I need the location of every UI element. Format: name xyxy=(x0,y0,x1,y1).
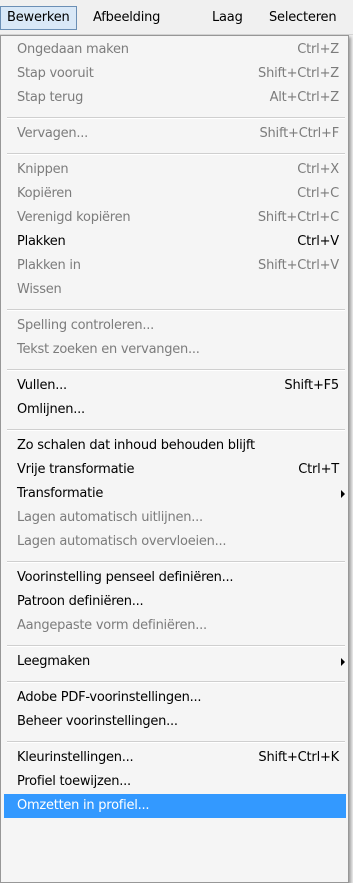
menu-item-shortcut: Ctrl+T xyxy=(298,462,339,477)
menu-item-label: Omzetten in profiel... xyxy=(17,798,150,813)
menu-item-label: Adobe PDF-voorinstellingen... xyxy=(17,690,202,705)
menu-separator xyxy=(7,681,345,683)
menu-item-preset-manager[interactable]: Beheer voorinstellingen... xyxy=(7,710,345,734)
menu-item-clear[interactable]: Wissen xyxy=(7,278,345,302)
menu-item-label: Profiel toewijzen... xyxy=(17,774,131,789)
menu-item-undo[interactable]: Ongedaan maken Ctrl+Z xyxy=(7,38,345,62)
menu-item-paste[interactable]: Plakken Ctrl+V xyxy=(7,230,345,254)
menubar-item-laag[interactable]: Laag xyxy=(206,6,249,30)
menu-item-shortcut: Ctrl+Z xyxy=(297,42,339,57)
menu-item-define-brush-preset[interactable]: Voorinstelling penseel definiëren... xyxy=(7,566,345,590)
menu-item-label: Knippen xyxy=(17,162,69,177)
menubar-item-afbeelding[interactable]: Afbeelding xyxy=(87,6,166,30)
menu-item-label: Stap vooruit xyxy=(17,66,94,81)
menu-item-stroke[interactable]: Omlijnen... xyxy=(7,398,345,422)
menu-item-label: Kleurinstellingen... xyxy=(17,750,134,765)
menu-separator xyxy=(7,741,345,743)
menu-item-auto-align-layers[interactable]: Lagen automatisch uitlijnen... xyxy=(7,506,345,530)
submenu-arrow-icon xyxy=(341,658,345,666)
menu-item-cut[interactable]: Knippen Ctrl+X xyxy=(7,158,345,182)
menu-item-label: Vrije transformatie xyxy=(17,462,135,477)
menu-item-label: Patroon definiëren... xyxy=(17,594,144,609)
menu-item-label: Lagen automatisch uitlijnen... xyxy=(17,510,203,525)
menu-item-auto-blend-layers[interactable]: Lagen automatisch overvloeien... xyxy=(7,530,345,554)
menu-item-copy[interactable]: Kopiëren Ctrl+C xyxy=(7,182,345,206)
submenu-arrow-icon xyxy=(341,490,345,498)
menu-separator xyxy=(7,117,345,119)
menu-item-adobe-pdf-presets[interactable]: Adobe PDF-voorinstellingen... xyxy=(7,686,345,710)
menu-item-label: Voorinstelling penseel definiëren... xyxy=(17,570,234,585)
menu-item-purge[interactable]: Leegmaken xyxy=(7,650,345,674)
menu-item-paste-into[interactable]: Plakken in Shift+Ctrl+V xyxy=(7,254,345,278)
menu-item-label: Wissen xyxy=(17,282,62,297)
menu-item-label: Vervagen... xyxy=(17,126,89,141)
menu-item-label: Kopiëren xyxy=(17,186,72,201)
menu-item-content-aware-scale[interactable]: Zo schalen dat inhoud behouden blijft xyxy=(7,434,345,458)
menubar: Bewerken Afbeelding Laag Selecteren xyxy=(0,0,353,35)
menu-item-label: Stap terug xyxy=(17,90,84,105)
menu-item-label: Omlijnen... xyxy=(17,402,85,417)
menu-item-color-settings[interactable]: Kleurinstellingen... Shift+Ctrl+K xyxy=(7,746,345,770)
menu-item-shortcut: Shift+F5 xyxy=(284,378,339,393)
menu-item-copy-merged[interactable]: Verenigd kopiëren Shift+Ctrl+C xyxy=(7,206,345,230)
menu-item-label: Plakken xyxy=(17,234,66,249)
menu-item-define-pattern[interactable]: Patroon definiëren... xyxy=(7,590,345,614)
menu-item-shortcut: Shift+Ctrl+K xyxy=(258,750,339,765)
menu-item-label: Ongedaan maken xyxy=(17,42,129,57)
menu-item-label: Zo schalen dat inhoud behouden blijft xyxy=(17,438,255,453)
menu-item-label: Verenigd kopiëren xyxy=(17,210,131,225)
menu-item-label: Spelling controleren... xyxy=(17,318,154,333)
menu-item-label: Beheer voorinstellingen... xyxy=(17,714,178,729)
menu-item-label: Aangepaste vorm definiëren... xyxy=(17,618,207,633)
menu-item-find-replace-text[interactable]: Tekst zoeken en vervangen... xyxy=(7,338,345,362)
menu-item-step-backward[interactable]: Stap terug Alt+Ctrl+Z xyxy=(7,86,345,110)
menu-item-label: Vullen... xyxy=(17,378,67,393)
menu-item-label: Leegmaken xyxy=(17,654,90,669)
menu-item-label: Plakken in xyxy=(17,258,81,273)
menubar-item-bewerken[interactable]: Bewerken xyxy=(0,6,77,30)
menu-item-shortcut: Ctrl+X xyxy=(297,162,339,177)
menu-item-shortcut: Ctrl+C xyxy=(297,186,339,201)
menu-item-label: Transformatie xyxy=(17,486,104,501)
menu-item-shortcut: Ctrl+V xyxy=(297,234,339,249)
menu-item-shortcut: Shift+Ctrl+Z xyxy=(258,66,339,81)
menu-item-fade[interactable]: Vervagen... Shift+Ctrl+F xyxy=(7,122,345,146)
menu-separator xyxy=(7,429,345,431)
menu-separator xyxy=(7,561,345,563)
menu-item-check-spelling[interactable]: Spelling controleren... xyxy=(7,314,345,338)
edit-menu-dropdown: Ongedaan maken Ctrl+Z Stap vooruit Shift… xyxy=(0,35,349,883)
menu-item-label: Lagen automatisch overvloeien... xyxy=(17,534,227,549)
menu-separator xyxy=(7,645,345,647)
menu-item-convert-to-profile[interactable]: Omzetten in profiel... xyxy=(4,794,346,818)
menu-item-free-transform[interactable]: Vrije transformatie Ctrl+T xyxy=(7,458,345,482)
menu-separator xyxy=(7,369,345,371)
menu-item-shortcut: Shift+Ctrl+F xyxy=(259,126,339,141)
menubar-item-selecteren[interactable]: Selecteren xyxy=(263,6,342,30)
menu-item-transform[interactable]: Transformatie xyxy=(7,482,345,506)
menu-item-fill[interactable]: Vullen... Shift+F5 xyxy=(7,374,345,398)
menu-item-shortcut: Alt+Ctrl+Z xyxy=(269,90,340,105)
menu-item-shortcut: Shift+Ctrl+V xyxy=(258,258,339,273)
menu-separator xyxy=(7,309,345,311)
menu-item-label: Tekst zoeken en vervangen... xyxy=(17,342,200,357)
menu-separator xyxy=(7,153,345,155)
menu-item-assign-profile[interactable]: Profiel toewijzen... xyxy=(7,770,345,794)
menu-item-define-custom-shape[interactable]: Aangepaste vorm definiëren... xyxy=(7,614,345,638)
menu-item-step-forward[interactable]: Stap vooruit Shift+Ctrl+Z xyxy=(7,62,345,86)
menu-item-shortcut: Shift+Ctrl+C xyxy=(257,210,339,225)
